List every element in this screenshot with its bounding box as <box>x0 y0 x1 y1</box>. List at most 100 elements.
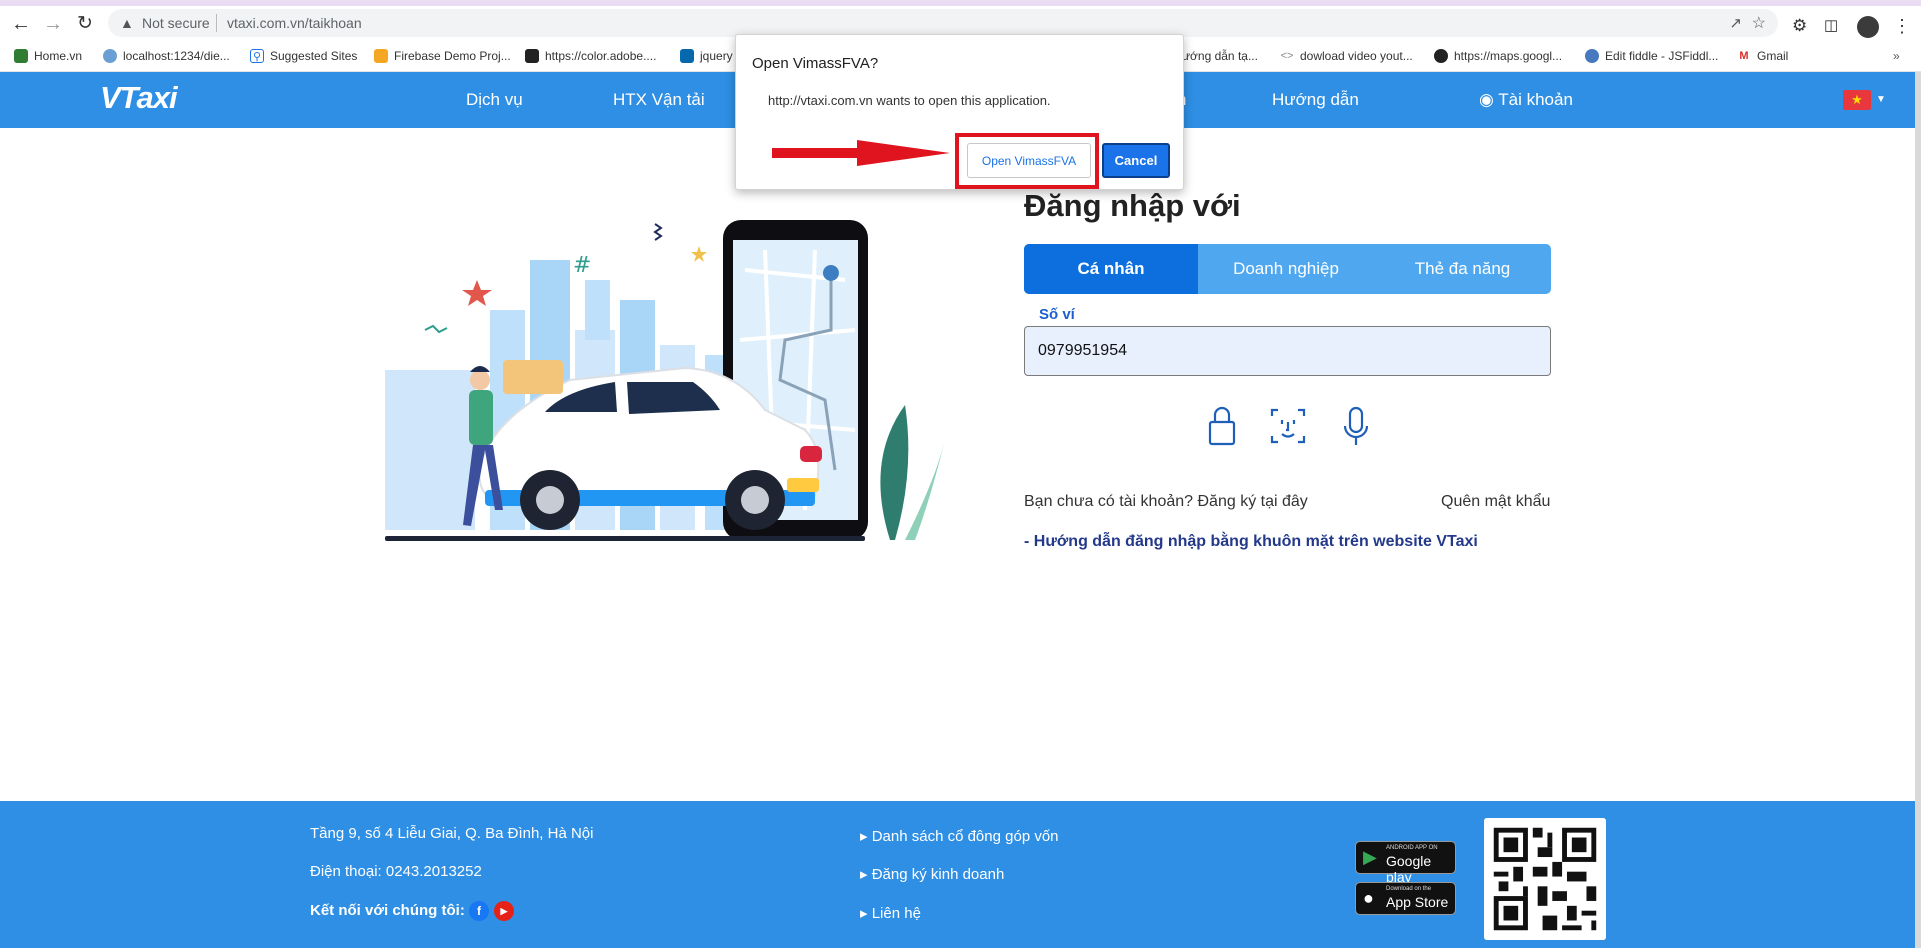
bookmark-item[interactable]: <> dowload video yout... <box>1280 45 1413 67</box>
bookmark-item[interactable]: jquery <box>680 45 733 67</box>
bookmark-label: jquery <box>700 49 733 63</box>
code-bookmark-icon: <> <box>1280 49 1294 63</box>
microphone-icon[interactable] <box>1336 404 1376 448</box>
extensions-icon[interactable]: ⚙ <box>1792 16 1807 36</box>
lock-icon[interactable] <box>1202 404 1242 448</box>
caret-right-icon: ▸ <box>860 905 872 922</box>
firebase-bookmark-icon <box>374 49 388 63</box>
google-play-icon: ▶ <box>1363 847 1377 867</box>
star-icon[interactable]: ☆ <box>1752 13 1766 33</box>
security-label: Not secure <box>142 15 210 31</box>
bookmark-label: ướng dẫn tạ... <box>1182 49 1258 63</box>
caret-right-icon: ▸ <box>860 866 872 883</box>
footer-link-contact[interactable]: ▸ Liên hệ <box>860 904 921 922</box>
share-icon[interactable]: ↗ <box>1729 14 1742 32</box>
bookmark-item[interactable]: https://color.adobe.... <box>525 45 656 67</box>
bookmark-item[interactable]: M Gmail <box>1737 45 1788 67</box>
bookmark-item[interactable]: localhost:1234/die... <box>103 45 230 67</box>
open-app-dialog: Open VimassFVA? http://vtaxi.com.vn want… <box>735 34 1184 190</box>
tab-business[interactable]: Doanh nghiệp <box>1198 244 1374 294</box>
google-play-badge[interactable]: ▶ ANDROID APP ON Google play <box>1355 841 1456 885</box>
login-title: Đăng nhập với <box>1024 188 1241 223</box>
app-store-badge[interactable]: ● Download on the App Store <box>1355 882 1456 915</box>
nav-account[interactable]: ◉ Tài khoản <box>1479 90 1573 110</box>
app-store-caption: Download on the <box>1386 886 1432 892</box>
jquery-bookmark-icon <box>680 49 694 63</box>
menu-dots-icon[interactable]: ⋮ <box>1893 16 1911 37</box>
bookmark-item[interactable]: ướng dẫn tạ... <box>1182 45 1258 67</box>
bookmark-item[interactable]: ⚲ Suggested Sites <box>250 45 357 67</box>
vietnam-flag-icon[interactable]: ★ <box>1843 90 1871 110</box>
svg-text:#: # <box>573 253 591 278</box>
bookmark-item[interactable]: https://maps.googl... <box>1434 45 1562 67</box>
face-login-guide-link[interactable]: - Hướng dẫn đăng nhập bằng khuôn mặt trê… <box>1024 533 1478 551</box>
youtube-icon[interactable]: ▶ <box>494 901 514 921</box>
gmail-bookmark-icon: M <box>1737 49 1751 63</box>
open-app-button[interactable]: Open VimassFVA <box>967 143 1091 178</box>
bookmark-label: https://color.adobe.... <box>545 49 657 63</box>
reload-icon[interactable]: ↻ <box>74 13 96 35</box>
wallet-number-input[interactable] <box>1024 326 1551 376</box>
bookmark-item[interactable]: Edit fiddle - JSFiddl... <box>1585 45 1718 67</box>
side-panel-icon[interactable]: ◫ <box>1824 16 1838 34</box>
google-play-label: Google play <box>1386 853 1432 885</box>
address-divider <box>216 14 217 32</box>
footer-address: Tầng 9, số 4 Liễu Giai, Q. Ba Đình, Hà N… <box>310 825 594 842</box>
tab-multi-card[interactable]: Thẻ đa năng <box>1374 244 1551 294</box>
bookmark-label: Home.vn <box>34 49 83 63</box>
footer-link-business-reg[interactable]: ▸ Đăng ký kinh doanh <box>860 865 1004 883</box>
cancel-button[interactable]: Cancel <box>1102 143 1170 178</box>
cloud-bookmark-icon <box>1585 49 1599 63</box>
caret-right-icon: ▸ <box>860 828 872 845</box>
bookmark-item[interactable]: Firebase Demo Proj... <box>374 45 511 67</box>
dialog-message: http://vtaxi.com.vn wants to open this a… <box>768 93 1051 108</box>
bookmark-label: Gmail <box>1757 49 1789 63</box>
more-bookmarks-icon[interactable]: » <box>1893 45 1900 67</box>
nav-guide[interactable]: Hướng dẫn <box>1272 90 1359 110</box>
footer-link-shareholders[interactable]: ▸ Danh sách cổ đông góp vốn <box>860 827 1059 845</box>
warning-icon: ▲ <box>120 15 134 31</box>
qr-code <box>1484 818 1606 940</box>
bookmark-label: Edit fiddle - JSFiddl... <box>1605 49 1719 63</box>
google-play-caption: ANDROID APP ON <box>1386 845 1438 851</box>
bookmark-item[interactable]: Home.vn <box>14 45 82 67</box>
login-tabs: Cá nhân Doanh nghiệp Thẻ đa năng <box>1024 244 1551 294</box>
page-scrollbar[interactable] <box>1915 72 1921 948</box>
wallet-label: Số ví <box>1039 306 1075 323</box>
adobe-bookmark-icon <box>525 49 539 63</box>
back-icon[interactable]: ← <box>10 13 32 35</box>
profile-avatar[interactable] <box>1857 16 1879 38</box>
globe-bookmark-icon <box>1434 49 1448 63</box>
facebook-icon[interactable]: f <box>469 901 489 921</box>
globe-bookmark-icon <box>103 49 117 63</box>
bookmark-label: https://maps.googl... <box>1454 49 1563 63</box>
search-bookmark-icon: ⚲ <box>250 49 264 63</box>
chevron-down-icon[interactable]: ▼ <box>1876 94 1886 105</box>
url-text[interactable]: vtaxi.com.vn/taikhoan <box>227 15 362 31</box>
user-circle-icon: ◉ <box>1479 90 1494 109</box>
home-bookmark-icon <box>14 49 28 63</box>
bookmark-label: localhost:1234/die... <box>123 49 230 63</box>
footer-link-label: Liên hệ <box>871 905 921 922</box>
nav-transport-coop[interactable]: HTX Vận tải <box>613 90 705 110</box>
forgot-password-link[interactable]: Quên mật khẩu <box>1441 493 1550 511</box>
footer-connect: Kết nối với chúng tôi: <box>310 902 465 919</box>
tab-personal[interactable]: Cá nhân <box>1024 244 1198 294</box>
screen: ← → ↻ ▲ Not secure vtaxi.com.vn/taikhoan… <box>0 0 1921 948</box>
forward-icon[interactable]: → <box>42 13 64 35</box>
bookmark-label: Firebase Demo Proj... <box>394 49 511 63</box>
taxi-illustration: # <box>385 220 945 541</box>
address-bar[interactable]: ▲ Not secure vtaxi.com.vn/taikhoan ↗ ☆ <box>108 9 1778 37</box>
face-id-icon[interactable] <box>1268 404 1308 448</box>
apple-icon: ● <box>1363 888 1374 908</box>
dialog-title: Open VimassFVA? <box>752 55 879 72</box>
footer-link-label: Danh sách cổ đông góp vốn <box>871 828 1059 845</box>
red-arrow-annotation <box>772 140 950 166</box>
nav-account-label: Tài khoản <box>1498 90 1573 109</box>
bookmark-label: dowload video yout... <box>1300 49 1413 63</box>
nav-services[interactable]: Dịch vụ <box>466 90 523 110</box>
app-store-label: App Store <box>1386 894 1449 910</box>
footer-link-label: Đăng ký kinh doanh <box>871 866 1005 883</box>
signup-link[interactable]: Bạn chưa có tài khoản? Đăng ký tại đây <box>1024 493 1308 511</box>
site-logo[interactable]: VTaxi <box>100 80 178 116</box>
